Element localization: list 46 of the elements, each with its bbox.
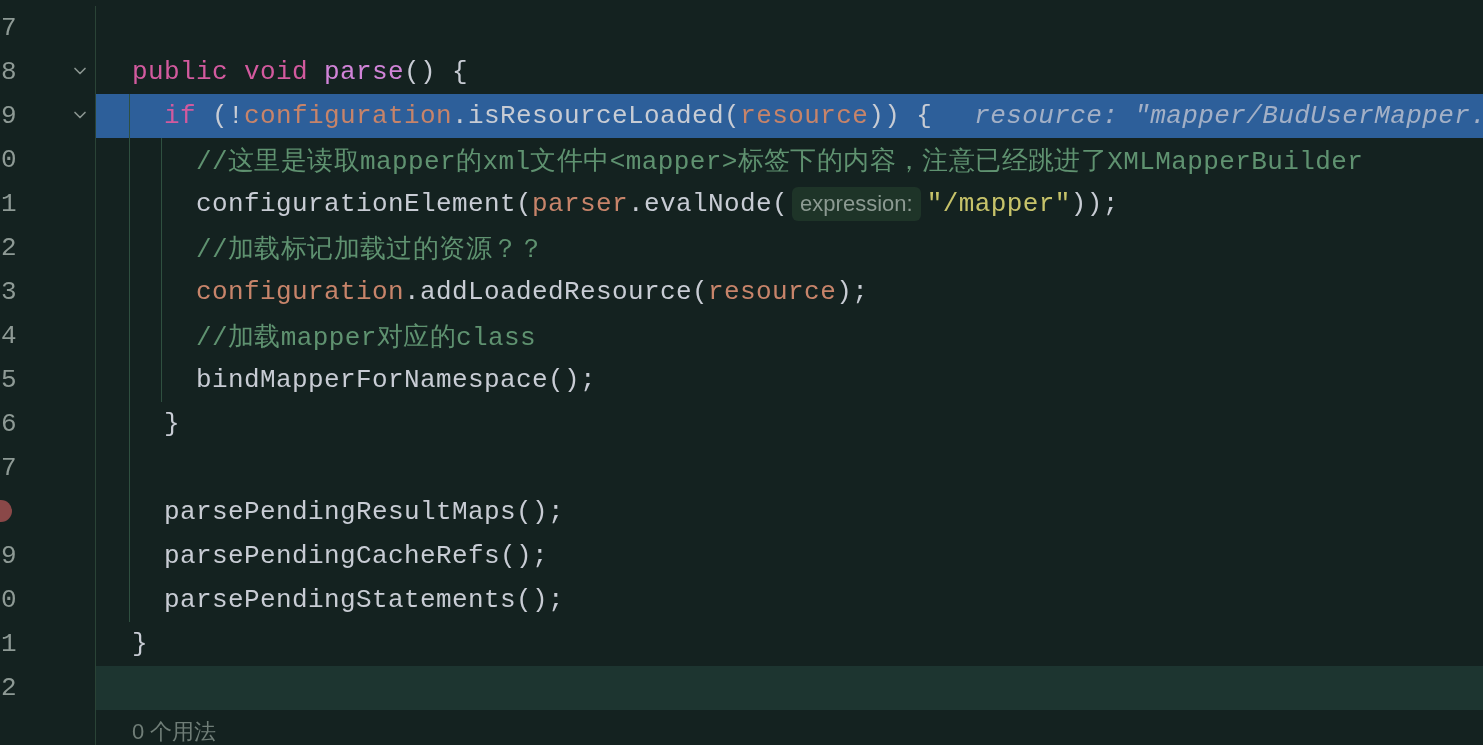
code-text: )) { bbox=[868, 101, 933, 131]
line-number: 3 bbox=[1, 277, 17, 307]
usage-count-hint[interactable]: 0 个用法 bbox=[132, 717, 217, 745]
line-number: 9 bbox=[1, 541, 17, 571]
line-number: 4 bbox=[1, 321, 17, 351]
line-number: 9 bbox=[1, 101, 17, 131]
code-text: .isResourceLoaded( bbox=[452, 101, 741, 131]
code-text: resource bbox=[708, 277, 837, 307]
code-text: } bbox=[132, 629, 148, 659]
code-text: parser bbox=[532, 189, 629, 219]
code-text: .addLoadedResource( bbox=[404, 277, 709, 307]
line-number: 7 bbox=[1, 453, 17, 483]
line-number: 6 bbox=[1, 409, 17, 439]
line-number: 7 bbox=[1, 13, 17, 43]
code-text: } bbox=[164, 409, 180, 439]
code-text: parsePendingResultMaps(); bbox=[164, 497, 565, 527]
line-number: 8 bbox=[1, 57, 17, 87]
line-number: 2 bbox=[1, 233, 17, 263]
line-number: 0 bbox=[1, 585, 17, 615]
code-text: parse bbox=[324, 57, 405, 87]
line-number: 2 bbox=[1, 673, 17, 703]
code-text: parsePendingStatements(); bbox=[164, 585, 565, 615]
code-keyword: if bbox=[164, 101, 197, 131]
code-text: resource bbox=[740, 101, 869, 131]
parameter-hint: expression: bbox=[792, 187, 921, 221]
code-keyword: void bbox=[244, 57, 310, 87]
inline-value-hint: resource: "mapper/BudUserMapper. bbox=[974, 101, 1483, 131]
code-text: ); bbox=[836, 277, 869, 307]
code-text: configurationElement( bbox=[196, 189, 533, 219]
code-text: () { bbox=[404, 57, 469, 87]
line-number: 1 bbox=[1, 629, 17, 659]
code-text: configuration bbox=[196, 277, 405, 307]
code-keyword: public bbox=[132, 57, 229, 87]
code-text: (! bbox=[212, 101, 245, 131]
line-number: 1 bbox=[1, 189, 17, 219]
code-comment: //这里是读取mapper的xml文件中<mapper>标签下的内容，注意已经跳进了XMLMapperBuilder bbox=[196, 145, 1364, 178]
string-literal: "/mapper" bbox=[926, 189, 1071, 219]
line-number: 5 bbox=[1, 365, 17, 395]
code-comment: //加载mapper对应的class bbox=[196, 321, 537, 354]
code-text: .evalNode( bbox=[628, 189, 789, 219]
code-text: configuration bbox=[244, 101, 453, 131]
line-number: 0 bbox=[1, 145, 17, 175]
code-text: bindMapperForNamespace(); bbox=[196, 365, 597, 395]
code-text: parsePendingCacheRefs(); bbox=[164, 541, 549, 571]
code-comment: //加载标记加载过的资源？？ bbox=[196, 233, 545, 266]
code-text: )); bbox=[1070, 189, 1119, 219]
